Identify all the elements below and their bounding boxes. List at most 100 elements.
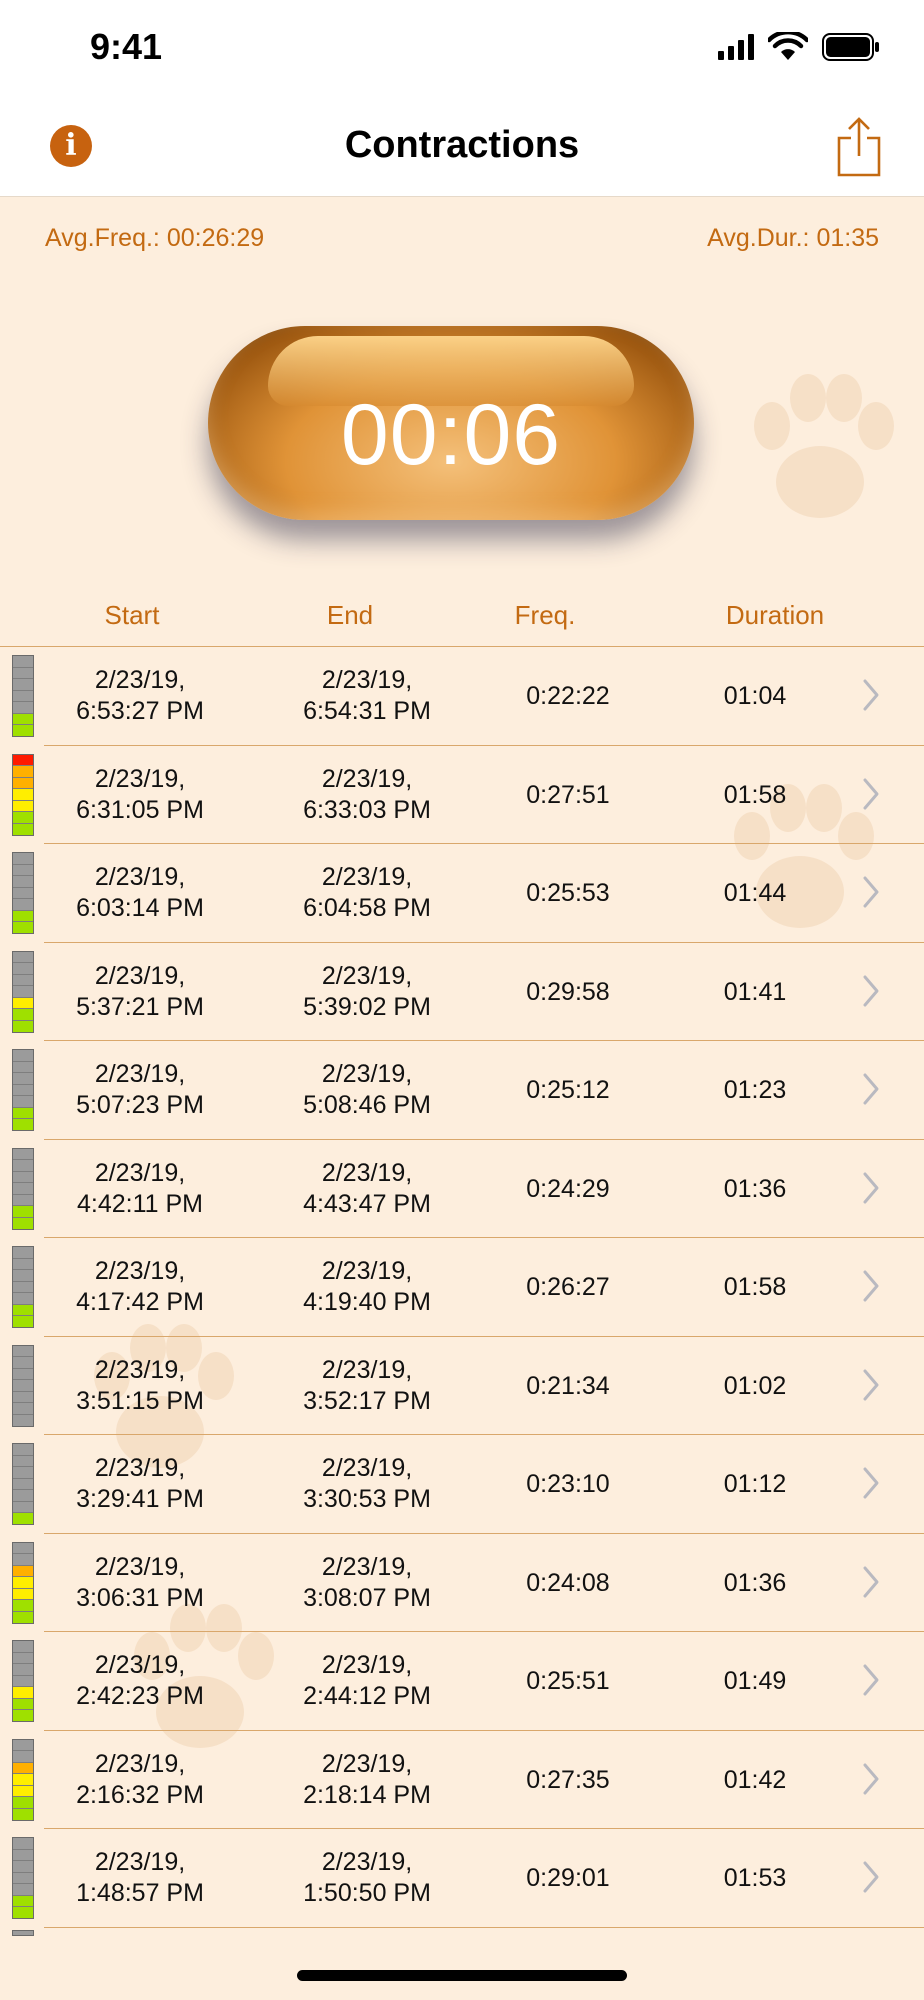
- chevron-right-icon[interactable]: [862, 1465, 880, 1501]
- meter-segment: [13, 754, 33, 767]
- table-row[interactable]: 2/23/19, 5:07:23 PM 2/23/19, 5:08:46 PM 0:25…: [0, 1041, 924, 1140]
- frequency-cell: 0:24:08: [526, 1568, 610, 1597]
- meter-segment: [13, 812, 33, 824]
- top-bar: 9:41 i Contractions: [0, 0, 924, 197]
- meter-segment: [13, 910, 33, 923]
- table-row[interactable]: 2/23/19, 3:29:41 PM 2/23/19, 3:30:53 PM 0:23…: [0, 1435, 924, 1534]
- meter-segment: [13, 1513, 33, 1525]
- table-row[interactable]: 2/23/19, 2:42:23 PM 2/23/19, 2:44:12 PM 0:25…: [0, 1632, 924, 1731]
- meter-segment: [13, 1119, 33, 1131]
- meter-segment: [13, 1490, 33, 1502]
- table-row[interactable]: 2/23/19, 3:06:31 PM 2/23/19, 3:08:07 PM 0:24…: [0, 1534, 924, 1633]
- meter-segment: [13, 1050, 33, 1062]
- meter-segment: [13, 1542, 33, 1555]
- duration-cell: 01:53: [723, 1864, 787, 1892]
- table-row[interactable]: 2/23/19, 1:48:57 PM 2/23/19, 1:50:50 PM 0:29…: [0, 1829, 924, 1928]
- start-time-cell: 2/23/19, 6:31:05 PM: [76, 764, 204, 824]
- chevron-right-icon[interactable]: [862, 1268, 880, 1304]
- meter-segment: [13, 800, 33, 813]
- end-time-cell: 2/23/19, 6:54:31 PM: [303, 666, 431, 725]
- chevron-right-icon[interactable]: [862, 874, 880, 910]
- meter-segment: [13, 1554, 33, 1566]
- intensity-meter: [12, 1738, 34, 1821]
- start-time-cell: 2/23/19, 1:48:57 PM: [76, 1848, 204, 1907]
- chevron-right-icon[interactable]: [862, 677, 880, 713]
- frequency-cell: 0:29:01: [526, 1864, 610, 1892]
- frequency-cell: 0:22:22: [526, 682, 610, 710]
- table-row[interactable]: 2/23/19, 5:37:21 PM 2/23/19, 5:39:02 PM 0:29…: [0, 943, 924, 1042]
- meter-segment: [13, 1751, 33, 1763]
- battery-icon: [822, 33, 879, 61]
- share-button[interactable]: [836, 116, 882, 178]
- meter-segment: [13, 1304, 33, 1317]
- meter-segment: [13, 690, 33, 703]
- duration-cell: 01:36: [723, 1568, 787, 1597]
- page-title: Contractions: [344, 124, 580, 166]
- chevron-right-icon[interactable]: [862, 776, 880, 812]
- duration-cell: 01:04: [723, 682, 787, 710]
- timer-button[interactable]: 00:06: [208, 326, 694, 520]
- meter-segment: [13, 1838, 33, 1850]
- meter-segment: [13, 1611, 33, 1623]
- start-time-cell: 2/23/19, 4:17:42 PM: [76, 1257, 204, 1316]
- chevron-right-icon[interactable]: [862, 1859, 880, 1895]
- duration-cell: 01:12: [723, 1470, 787, 1498]
- screen: 9:41 i Contractions Avg.Freq.: 00:26:29 …: [0, 0, 924, 2000]
- chevron-right-icon[interactable]: [862, 973, 880, 1009]
- end-time-cell: 2/23/19, 3:08:07 PM: [303, 1552, 431, 1612]
- table-row[interactable]: 2/23/19, 2:16:32 PM 2/23/19, 2:18:14 PM 0:27…: [0, 1731, 924, 1830]
- start-time-cell: 2/23/19, 2:42:23 PM: [76, 1651, 204, 1710]
- chevron-right-icon[interactable]: [862, 1564, 880, 1600]
- table-row[interactable]: 2/23/19, 6:31:05 PM 2/23/19, 6:33:03 PM 0:27…: [0, 746, 924, 845]
- start-time-cell: 2/23/19, 2:16:32 PM: [76, 1749, 204, 1809]
- frequency-cell: 0:27:51: [526, 780, 610, 809]
- duration-cell: 01:44: [723, 879, 787, 907]
- meter-segment: [13, 1739, 33, 1752]
- meter-segment: [13, 1774, 33, 1786]
- end-time-cell: 2/23/19, 5:08:46 PM: [303, 1060, 431, 1119]
- end-time-cell: 2/23/19, 6:04:58 PM: [303, 863, 431, 922]
- chevron-right-icon[interactable]: [862, 1071, 880, 1107]
- meter-segment: [13, 1096, 33, 1108]
- chevron-right-icon[interactable]: [862, 1170, 880, 1206]
- intensity-meter: [12, 1049, 34, 1131]
- chevron-right-icon[interactable]: [862, 1367, 880, 1403]
- status-time: 9:41: [90, 26, 163, 67]
- intensity-meter: [12, 1837, 34, 1919]
- meter-segment: [13, 1884, 33, 1896]
- frequency-cell: 0:29:58: [526, 977, 610, 1006]
- chevron-right-icon[interactable]: [862, 1662, 880, 1698]
- intensity-meter: [12, 1246, 34, 1328]
- partial-intensity-meter: [12, 1930, 34, 1936]
- end-time-cell: 2/23/19, 3:52:17 PM: [303, 1355, 431, 1415]
- column-header-duration: Duration: [725, 600, 825, 630]
- table-row[interactable]: 2/23/19, 6:53:27 PM 2/23/19, 6:54:31 PM 0:22…: [0, 647, 924, 746]
- table-row[interactable]: 2/23/19, 6:03:14 PM 2/23/19, 6:04:58 PM 0:25…: [0, 844, 924, 943]
- meter-segment: [13, 864, 33, 877]
- meter-segment: [13, 1073, 33, 1085]
- meter-segment: [13, 713, 33, 726]
- meter-segment: [13, 1455, 33, 1468]
- meter-segment: [13, 1698, 33, 1711]
- meter-segment: [13, 1357, 33, 1369]
- frequency-cell: 0:26:27: [526, 1273, 610, 1301]
- chevron-right-icon[interactable]: [862, 1761, 880, 1797]
- status-icons: [718, 32, 880, 62]
- meter-segment: [13, 1710, 33, 1722]
- table-row[interactable]: 2/23/19, 3:51:15 PM 2/23/19, 3:52:17 PM 0:21…: [0, 1337, 924, 1436]
- end-time-cell: 2/23/19, 1:50:50 PM: [303, 1848, 431, 1907]
- meter-segment: [13, 1675, 33, 1688]
- meter-segment: [13, 725, 33, 737]
- table-row[interactable]: 2/23/19, 4:42:11 PM 2/23/19, 4:43:47 PM 0:24…: [0, 1140, 924, 1239]
- meter-segment: [13, 1293, 33, 1305]
- meter-segment: [13, 1478, 33, 1491]
- meter-segment: [13, 1565, 33, 1578]
- duration-cell: 01:41: [723, 977, 787, 1006]
- meter-segment: [13, 1414, 33, 1426]
- table-row[interactable]: 2/23/19, 4:17:42 PM 2/23/19, 4:19:40 PM 0:26…: [0, 1238, 924, 1337]
- cellular-signal-icon: [718, 34, 754, 60]
- frequency-cell: 0:24:29: [526, 1174, 610, 1203]
- meter-segment: [13, 1380, 33, 1392]
- meter-segment: [13, 1652, 33, 1665]
- meter-segment: [13, 667, 33, 680]
